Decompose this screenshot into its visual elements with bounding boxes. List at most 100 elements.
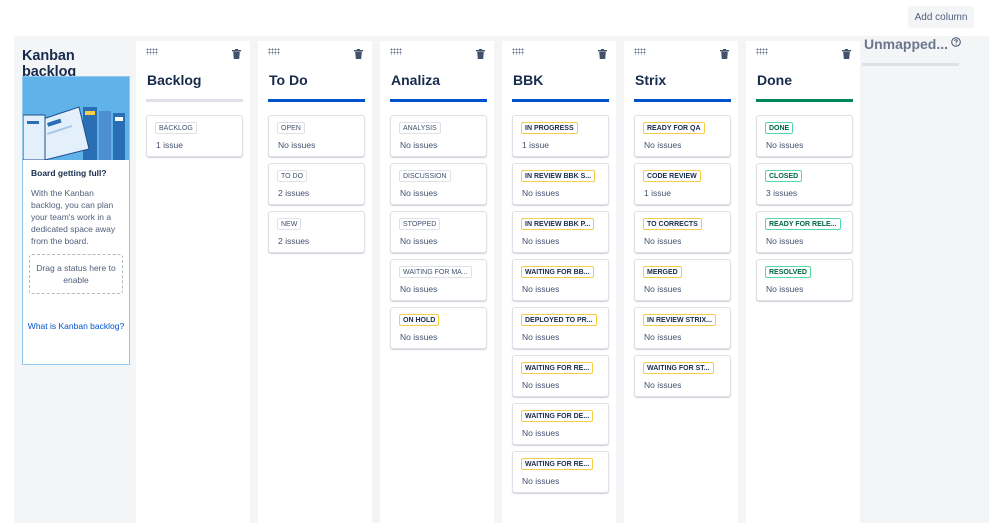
status-card[interactable]: CLOSED 3 issues <box>756 163 853 205</box>
column-title[interactable]: Strix <box>635 72 666 88</box>
what-is-kanban-backlog-link[interactable]: What is Kanban backlog? <box>23 320 129 332</box>
question-circle-icon[interactable] <box>951 37 961 47</box>
status-lozenge: DISCUSSION <box>399 170 451 182</box>
kanban-backlog-card: Board getting full? With the Kanban back… <box>22 76 130 365</box>
issue-count: No issues <box>522 188 560 198</box>
drag-handle-icon[interactable] <box>634 48 646 55</box>
column-1: To Do OPEN No issues TO DO 2 issues NEW 2 issu… <box>258 41 372 523</box>
unmapped-column-title: Unmapped... <box>864 36 949 52</box>
issue-count: No issues <box>400 332 438 342</box>
column-title[interactable]: Analiza <box>391 72 440 88</box>
issue-count: No issues <box>400 188 438 198</box>
issue-count: No issues <box>522 428 560 438</box>
status-card[interactable]: READY FOR QA No issues <box>634 115 731 157</box>
status-card[interactable]: DEPLOYED TO PR... No issues <box>512 307 609 349</box>
column-category-bar <box>146 99 243 102</box>
status-card[interactable]: IN REVIEW BBK P... No issues <box>512 211 609 253</box>
issue-count: No issues <box>400 284 438 294</box>
status-lozenge: ON HOLD <box>399 314 440 326</box>
status-lozenge: MERGED <box>643 266 682 278</box>
status-card[interactable]: BACKLOG 1 issue <box>146 115 243 157</box>
status-lozenge: IN REVIEW BBK S... <box>521 170 596 182</box>
issue-count: No issues <box>278 140 316 150</box>
status-card[interactable]: ANALYSIS No issues <box>390 115 487 157</box>
kanban-backlog-body: With the Kanban backlog, you can plan yo… <box>31 188 116 246</box>
status-card[interactable]: IN REVIEW STRIX... No issues <box>634 307 731 349</box>
status-card[interactable]: IN REVIEW BBK S... No issues <box>512 163 609 205</box>
status-lozenge: WAITING FOR MA... <box>399 266 472 278</box>
issue-count: No issues <box>400 140 438 150</box>
issue-count: 2 issues <box>278 188 310 198</box>
status-card[interactable]: OPEN No issues <box>268 115 365 157</box>
status-card[interactable]: WAITING FOR MA... No issues <box>390 259 487 301</box>
column-title[interactable]: To Do <box>269 72 308 88</box>
status-card[interactable]: WAITING FOR ST... No issues <box>634 355 731 397</box>
status-card[interactable]: TO CORRECTS No issues <box>634 211 731 253</box>
issue-count: No issues <box>644 140 682 150</box>
drag-handle-icon[interactable] <box>756 48 768 55</box>
trash-icon[interactable] <box>476 49 485 59</box>
kanban-backlog-heading: Board getting full? <box>31 168 107 178</box>
issue-count: 3 issues <box>766 188 798 198</box>
status-card[interactable]: DONE No issues <box>756 115 853 157</box>
status-lozenge: WAITING FOR ST... <box>643 362 714 374</box>
status-lozenge: TO DO <box>277 170 308 182</box>
issue-count: No issues <box>644 380 682 390</box>
trash-icon[interactable] <box>232 49 241 59</box>
issue-count: No issues <box>400 236 438 246</box>
trash-icon[interactable] <box>598 49 607 59</box>
drag-handle-icon[interactable] <box>512 48 524 55</box>
status-card[interactable]: ON HOLD No issues <box>390 307 487 349</box>
status-lozenge: CODE REVIEW <box>643 170 701 182</box>
status-lozenge: WAITING FOR RE... <box>521 362 594 374</box>
issue-count: No issues <box>766 284 804 294</box>
status-card[interactable]: WAITING FOR RE... No issues <box>512 451 609 493</box>
column-title[interactable]: BBK <box>513 72 543 88</box>
status-card[interactable]: NEW 2 issues <box>268 211 365 253</box>
status-card[interactable]: WAITING FOR RE... No issues <box>512 355 609 397</box>
drag-handle-icon[interactable] <box>390 48 402 55</box>
status-card[interactable]: DISCUSSION No issues <box>390 163 487 205</box>
status-card[interactable]: TO DO 2 issues <box>268 163 365 205</box>
column-category-bar <box>512 99 609 102</box>
trash-icon[interactable] <box>720 49 729 59</box>
add-column-button[interactable]: Add column <box>908 6 974 28</box>
status-lozenge: IN REVIEW BBK P... <box>521 218 595 230</box>
issue-count: 1 issue <box>644 188 671 198</box>
issue-count: 2 issues <box>278 236 310 246</box>
status-card[interactable]: STOPPED No issues <box>390 211 487 253</box>
column-category-bar <box>634 99 731 102</box>
issue-count: 1 issue <box>156 140 183 150</box>
status-lozenge: NEW <box>277 218 302 230</box>
status-card[interactable]: IN PROGRESS 1 issue <box>512 115 609 157</box>
status-card[interactable]: READY FOR RELE... No issues <box>756 211 853 253</box>
kanban-backlog-dropzone[interactable]: Drag a status here to enable <box>29 254 123 294</box>
status-card[interactable]: MERGED No issues <box>634 259 731 301</box>
column-title[interactable]: Backlog <box>147 72 201 88</box>
drag-handle-icon[interactable] <box>268 48 280 55</box>
status-card[interactable]: RESOLVED No issues <box>756 259 853 301</box>
kanban-backlog-illustration <box>23 77 129 160</box>
issue-count: No issues <box>766 236 804 246</box>
status-lozenge: DEPLOYED TO PR... <box>521 314 597 326</box>
issue-count: No issues <box>522 332 560 342</box>
status-lozenge: ANALYSIS <box>399 122 441 134</box>
issue-count: 1 issue <box>522 140 549 150</box>
status-lozenge: RESOLVED <box>765 266 811 278</box>
trash-icon[interactable] <box>842 49 851 59</box>
status-lozenge: STOPPED <box>399 218 441 230</box>
issue-count: No issues <box>522 476 560 486</box>
trash-icon[interactable] <box>354 49 363 59</box>
column-2: Analiza ANALYSIS No issues DISCUSSION No iss… <box>380 41 494 523</box>
column-4: Strix READY FOR QA No issues CODE REVIEW 1 i… <box>624 41 738 523</box>
status-card[interactable]: WAITING FOR BB... No issues <box>512 259 609 301</box>
kanban-backlog-description: Board getting full? With the Kanban back… <box>23 160 129 247</box>
issue-count: No issues <box>522 284 560 294</box>
status-lozenge: READY FOR QA <box>643 122 705 134</box>
column-title[interactable]: Done <box>757 72 792 88</box>
drag-handle-icon[interactable] <box>146 48 158 55</box>
status-lozenge: WAITING FOR DE... <box>521 410 594 422</box>
status-card[interactable]: CODE REVIEW 1 issue <box>634 163 731 205</box>
status-card[interactable]: WAITING FOR DE... No issues <box>512 403 609 445</box>
unmapped-column-bar <box>862 63 959 66</box>
